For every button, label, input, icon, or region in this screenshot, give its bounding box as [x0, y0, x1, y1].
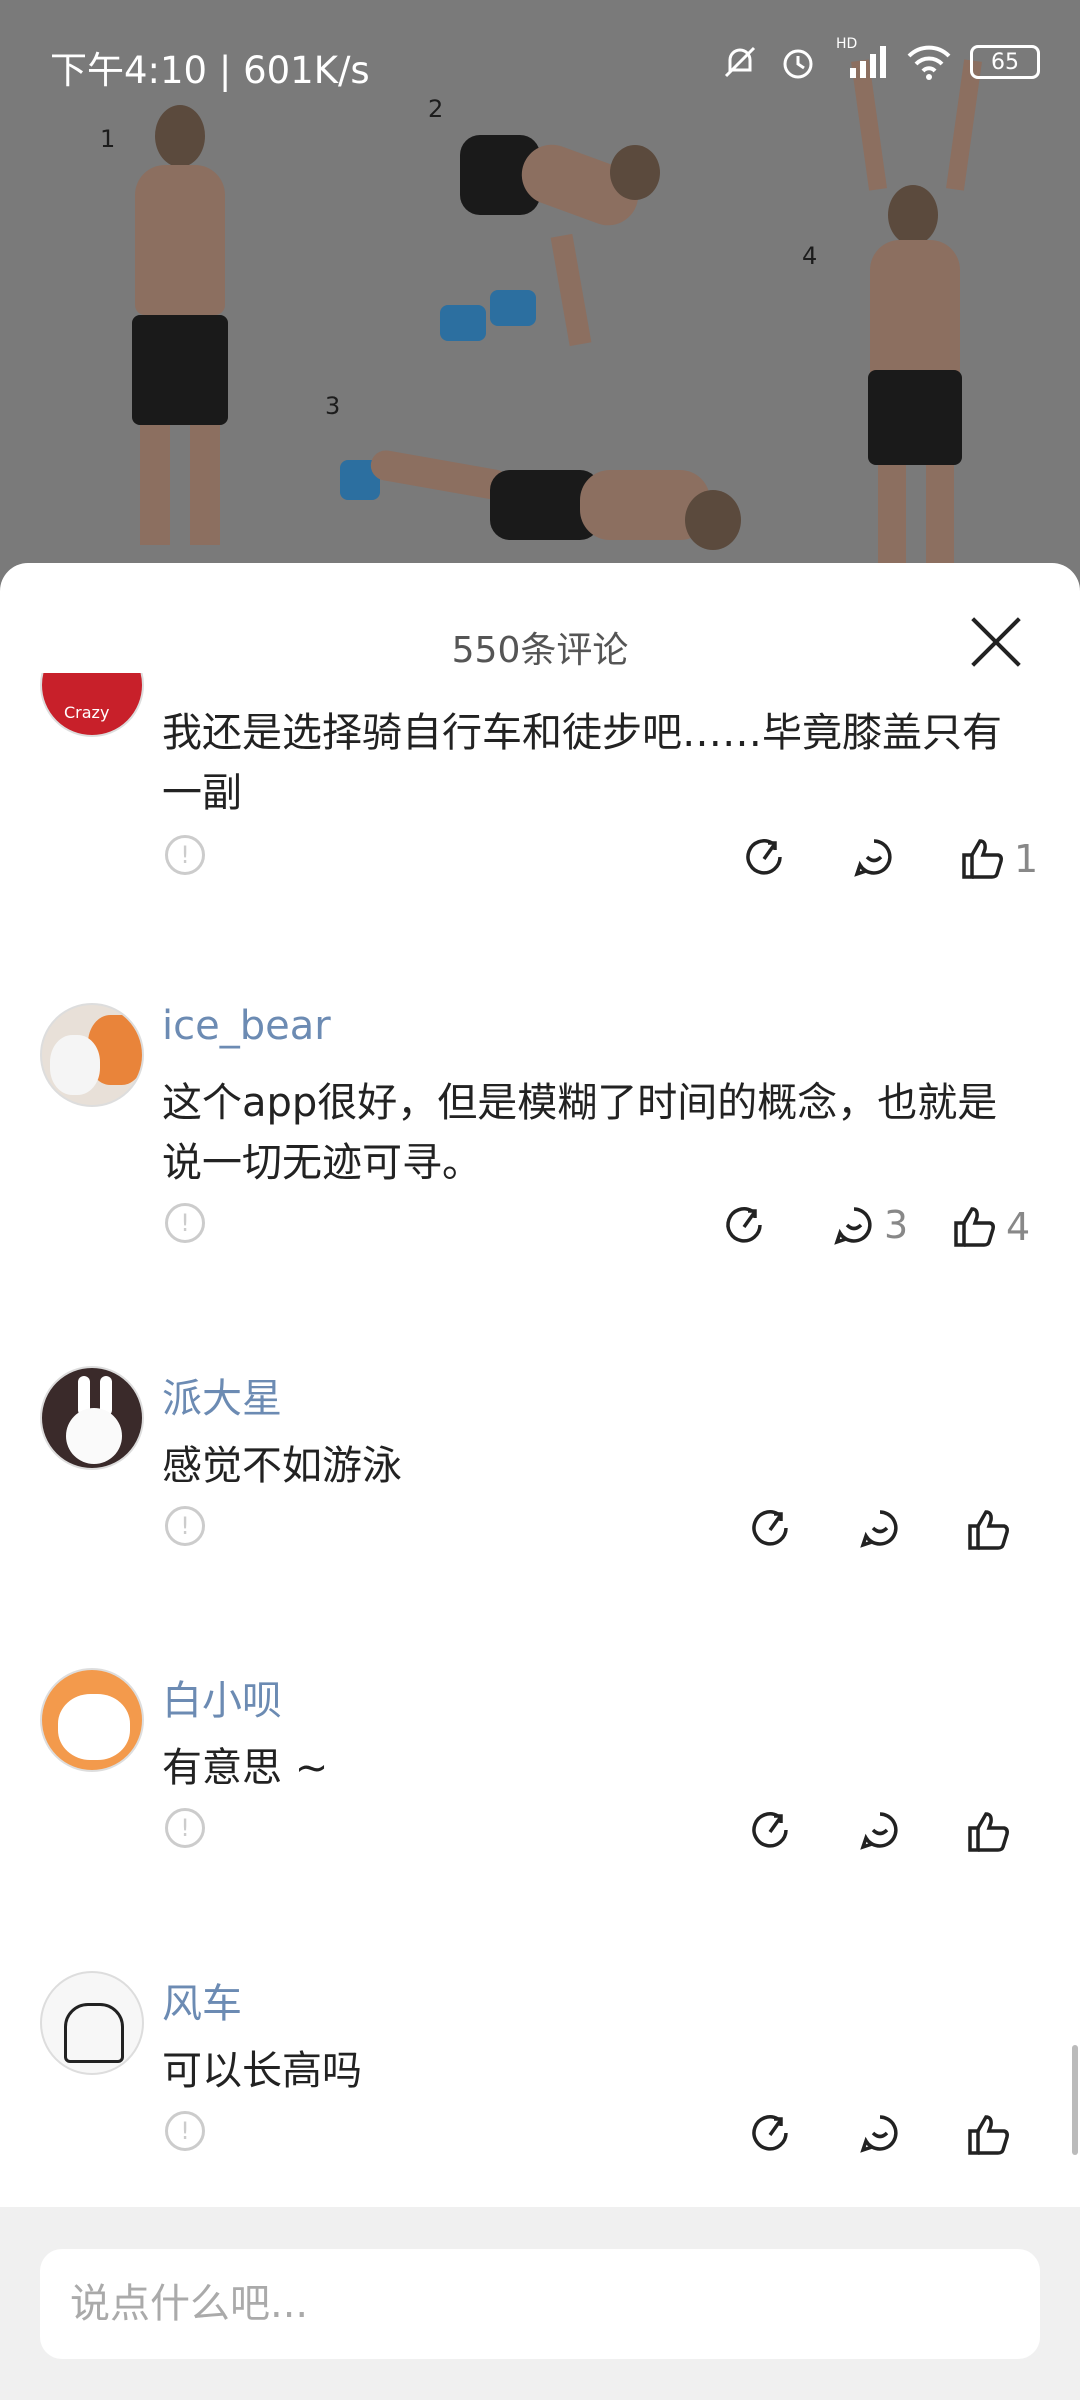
report-icon[interactable]: ! [165, 835, 205, 875]
signal-icon: HD [836, 36, 888, 82]
figure-arms-up [840, 59, 990, 570]
bell-off-icon [720, 42, 760, 82]
avatar[interactable] [40, 1366, 144, 1470]
reply-icon [854, 839, 892, 877]
wifi-icon [906, 42, 952, 82]
comment-actions: ! [0, 1808, 1080, 1868]
like-icon [968, 1510, 1009, 1550]
reply-icon [860, 1510, 898, 1548]
username[interactable]: 派大星 [162, 1366, 282, 1424]
avatar[interactable] [40, 1971, 144, 2075]
frame-label-3: 3 [325, 392, 341, 420]
report-icon[interactable]: ! [165, 1808, 205, 1848]
comment-actions: ! 1 [0, 835, 1080, 895]
share-button[interactable] [742, 835, 786, 879]
avatar[interactable]: Crazy [40, 673, 144, 737]
share-icon [752, 1812, 788, 1848]
share-icon [752, 1510, 788, 1546]
like-button[interactable] [964, 1808, 1020, 1856]
like-button[interactable] [964, 1506, 1020, 1554]
scrollbar[interactable] [1072, 2045, 1078, 2155]
share-button[interactable] [748, 1506, 792, 1550]
comment-input[interactable] [40, 2249, 1040, 2359]
battery-icon: 65 [970, 45, 1040, 79]
username[interactable]: ice_bear [162, 1003, 331, 1049]
share-icon [752, 2115, 788, 2151]
comment-count-title: 550条评论 [451, 630, 629, 671]
share-button[interactable] [748, 2111, 792, 2155]
like-button[interactable] [964, 2111, 1020, 2159]
like-button[interactable]: 1 [958, 835, 1038, 883]
like-count: 1 [1014, 837, 1039, 881]
share-icon [746, 839, 782, 875]
like-button[interactable]: 4 [950, 1203, 1030, 1251]
frame-label-4: 4 [802, 242, 818, 270]
username[interactable]: 白小呗 [162, 1668, 282, 1726]
like-icon [954, 1207, 995, 1247]
avatar-label: Crazy [64, 703, 110, 722]
comment-list[interactable]: Crazy 我还是选择骑自行车和徒步吧……毕竟膝盖只有一副 ! 1 ice_be… [0, 673, 1080, 2293]
comment-actions: ! [0, 2111, 1080, 2171]
comment-sheet: 550条评论 Crazy 我还是选择骑自行车和徒步吧……毕竟膝盖只有一副 ! 1… [0, 563, 1080, 2400]
comment-actions: ! 3 4 [0, 1203, 1080, 1263]
report-icon[interactable]: ! [165, 1506, 205, 1546]
reply-icon [860, 1812, 898, 1850]
like-icon [962, 839, 1003, 879]
share-button[interactable] [722, 1203, 766, 1247]
reply-button[interactable] [858, 1506, 910, 1550]
reply-icon [860, 2115, 898, 2153]
reply-button[interactable]: 3 [832, 1203, 908, 1247]
comment-text: 这个app很好，但是模糊了时间的概念，也就是说一切无迹可寻。 [162, 1080, 998, 1186]
status-icons: HD 65 [720, 36, 1040, 82]
reply-button[interactable] [858, 2111, 910, 2155]
avatar[interactable] [40, 1003, 144, 1107]
status-bar: 下午4:10 | 601K/s HD 65 [0, 0, 1080, 120]
share-icon [726, 1207, 762, 1243]
comment-actions: ! [0, 1506, 1080, 1566]
status-time: 下午4:10 | 601K/s [50, 49, 370, 92]
alarm-icon [778, 42, 818, 82]
reply-count: 3 [884, 1203, 909, 1247]
figure-jumping [440, 125, 680, 385]
comment-text: 有意思 ~ [162, 1745, 329, 1791]
report-icon[interactable]: ! [165, 1203, 205, 1243]
like-icon [968, 2115, 1009, 2155]
like-icon [968, 1812, 1009, 1852]
reply-icon [834, 1207, 872, 1245]
comment-text: 我还是选择骑自行车和徒步吧……毕竟膝盖只有一副 [162, 710, 1002, 816]
figure-standing [100, 95, 260, 565]
reply-button[interactable] [852, 835, 904, 879]
avatar[interactable] [40, 1668, 144, 1772]
comment-text: 感觉不如游泳 [162, 1443, 402, 1489]
comment-text: 可以长高吗 [162, 2048, 362, 2094]
report-icon[interactable]: ! [165, 2111, 205, 2151]
share-button[interactable] [748, 1808, 792, 1852]
username[interactable]: 风车 [162, 1971, 242, 2029]
like-count: 4 [1006, 1205, 1031, 1249]
network-label: HD [836, 36, 858, 52]
comment-input-bar [0, 2207, 1080, 2400]
figure-plank [330, 430, 760, 580]
close-icon[interactable] [968, 613, 1024, 669]
reply-button[interactable] [858, 1808, 910, 1852]
